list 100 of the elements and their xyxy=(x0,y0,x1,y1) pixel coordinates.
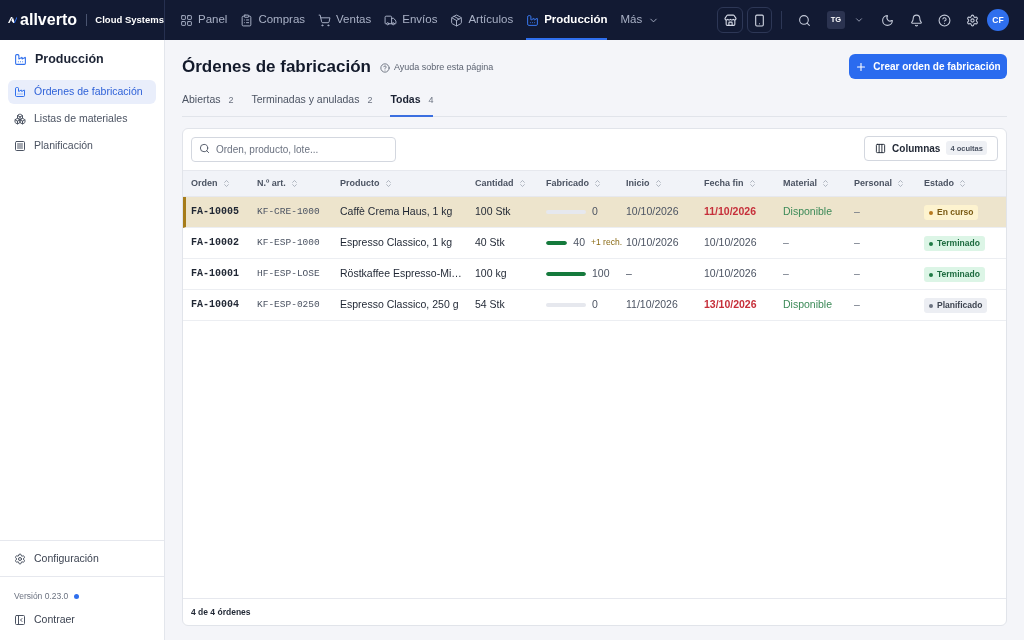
help-link[interactable]: Ayuda sobre esta página xyxy=(379,60,494,75)
search-field[interactable]: Orden, producto, lote... xyxy=(191,136,396,162)
store-icon xyxy=(723,13,737,27)
help-icon[interactable] xyxy=(938,13,951,27)
produced-count: 0 xyxy=(592,203,598,219)
column-header[interactable]: Estado xyxy=(924,176,1006,190)
article-number: KF-CRE-1000 xyxy=(257,204,321,219)
sort-icon xyxy=(221,178,231,188)
sidebar-item[interactable]: Órdenes de fabricación xyxy=(8,80,156,104)
factory-icon xyxy=(14,86,26,98)
material-status: Disponible xyxy=(783,203,834,219)
column-header[interactable]: Fabricado xyxy=(546,176,626,190)
quantity-text: 100 kg xyxy=(475,265,508,281)
material-status: Disponible xyxy=(783,296,834,312)
order-number: FA-10002 xyxy=(191,236,240,251)
product-name: Espresso Classico, 250 g xyxy=(340,296,460,312)
sort-icon xyxy=(653,178,663,188)
column-header[interactable]: Material xyxy=(783,176,854,190)
column-header[interactable]: Orden xyxy=(191,176,257,190)
sidebar-title: Producción xyxy=(35,50,104,68)
start-date: – xyxy=(626,265,633,281)
box-icon xyxy=(450,13,464,27)
help-icon xyxy=(379,62,390,73)
nav-tab[interactable]: Envíos xyxy=(384,0,438,40)
table-row[interactable]: FA-10005 KF-CRE-1000 Caffè Crema Haus, 1 kg 100 Stk 0 10/10/2026 11/10/2026 Disponible – En curso xyxy=(183,196,1006,228)
user-avatar[interactable]: CF xyxy=(987,9,1009,31)
grid-icon xyxy=(180,13,193,27)
produced-count: 100 xyxy=(592,265,610,281)
truck-icon xyxy=(384,13,398,27)
nav-tab[interactable]: Panel xyxy=(180,0,228,40)
status-badge: Planificado xyxy=(924,298,988,313)
staff-text: – xyxy=(854,234,861,250)
sort-icon xyxy=(289,178,299,188)
sidebar-item[interactable]: Planificación xyxy=(8,134,156,158)
rejected-count: +1 rech. xyxy=(591,236,622,250)
settings-icon[interactable] xyxy=(966,13,979,27)
chevron-down-icon xyxy=(854,15,864,25)
staff-text: – xyxy=(854,296,861,312)
factory-icon xyxy=(526,13,540,27)
sort-icon xyxy=(896,178,906,188)
column-header[interactable]: N.º art. xyxy=(257,176,340,190)
quantity-text: 100 Stk xyxy=(475,203,512,219)
produced-count: 40 xyxy=(573,234,586,250)
article-number: KF-ESP-0250 xyxy=(257,297,321,312)
list-square-icon xyxy=(14,140,26,152)
order-number: FA-10005 xyxy=(191,205,240,220)
sort-icon xyxy=(747,178,757,188)
sidebar-item[interactable]: Listas de materiales xyxy=(8,107,156,131)
start-date: 10/10/2026 xyxy=(626,203,680,219)
settings-link[interactable]: Configuración xyxy=(0,541,164,576)
product-name: Röstkaffee Espresso-Mi… xyxy=(340,265,463,281)
product-name: Caffè Crema Haus, 1 kg xyxy=(340,203,454,219)
sort-icon xyxy=(593,178,602,188)
collapse-button[interactable]: Contraer xyxy=(14,608,75,632)
staff-text: – xyxy=(854,265,861,281)
quantity-text: 40 Stk xyxy=(475,234,506,250)
sort-icon xyxy=(517,178,527,188)
nav-tab[interactable]: Ventas xyxy=(318,0,372,40)
brand-name: allverto xyxy=(20,12,77,28)
article-number: HF-ESP-LOSE xyxy=(257,266,321,281)
column-header[interactable]: Cantidad xyxy=(475,176,546,190)
moon-icon[interactable] xyxy=(881,13,894,27)
create-order-button[interactable]: Crear orden de fabricación xyxy=(849,54,1007,79)
material-status: – xyxy=(783,265,790,281)
sort-icon xyxy=(958,178,967,188)
order-number: FA-10004 xyxy=(191,298,240,313)
sort-icon xyxy=(383,178,393,188)
staff-text: – xyxy=(854,203,861,219)
produced-count: 0 xyxy=(592,296,598,312)
search-icon xyxy=(199,142,210,154)
column-header[interactable]: Producto xyxy=(340,176,475,190)
cart-icon xyxy=(318,13,332,27)
mobile-button[interactable] xyxy=(747,7,772,33)
column-header[interactable]: Inicio xyxy=(626,176,704,190)
end-date: 10/10/2026 xyxy=(704,234,758,250)
nav-tab[interactable]: Artículos xyxy=(450,0,514,40)
store-button[interactable] xyxy=(717,7,743,33)
plus-icon xyxy=(855,60,868,73)
row-count-text: 4 de 4 órdenes xyxy=(191,605,251,619)
filter-tab[interactable]: Abiertas 2 xyxy=(182,92,234,117)
column-header[interactable]: Fecha fin xyxy=(704,176,783,190)
end-date: 10/10/2026 xyxy=(704,265,758,281)
filter-tab[interactable]: Terminadas y anuladas 2 xyxy=(251,92,373,117)
clipboard-icon xyxy=(240,13,254,27)
search-icon[interactable] xyxy=(798,13,811,27)
status-badge: Terminado xyxy=(924,236,985,251)
order-number: FA-10001 xyxy=(191,267,240,282)
status-badge: En curso xyxy=(924,205,979,220)
bell-icon[interactable] xyxy=(910,13,923,27)
settings-icon xyxy=(14,552,26,565)
article-number: KF-ESP-1000 xyxy=(257,235,321,250)
version-label: Versión 0.23.0 xyxy=(14,589,69,603)
more-menu-button[interactable]: Más xyxy=(620,11,660,29)
column-header[interactable]: Personal xyxy=(854,176,924,190)
boxes-icon xyxy=(14,113,26,125)
nav-tab[interactable]: Compras xyxy=(240,0,306,40)
material-status: – xyxy=(783,234,790,250)
end-date: 11/10/2026 xyxy=(704,203,757,219)
brand-product: Cloud Systems xyxy=(95,12,164,27)
filter-tab[interactable]: Todas 4 xyxy=(390,92,434,117)
